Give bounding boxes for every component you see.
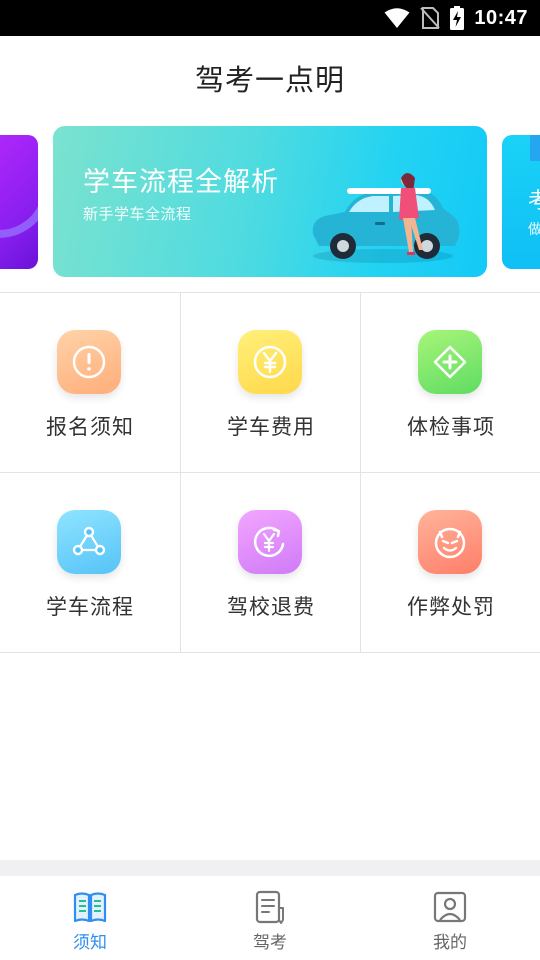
grid-item-registration[interactable]: 报名须知 [0,293,180,472]
banner-tab-decoration [530,135,540,161]
banner-subtitle: 新手学车全流程 [83,205,192,223]
grid-item-label: 体检事项 [407,415,495,439]
grid-item-label: 报名须知 [46,415,134,439]
tab-profile-label: 我的 [433,933,467,953]
grid-item-cheating-penalty[interactable]: 作弊处罚 [360,473,540,652]
exclamation-icon [57,330,121,394]
car-with-woman-illustration [312,173,460,263]
bottom-navigation: 须知 驾考 我的 [0,876,540,960]
yen-icon [238,330,302,394]
status-time: 10:47 [474,6,528,29]
process-nodes-icon [57,510,121,574]
no-sim-icon [420,6,441,30]
open-book-icon [73,892,107,923]
bottom-divider [0,860,540,876]
tab-notice-label: 须知 [73,933,107,953]
grid-row: 学车流程 驾校退费 作弊处罚 [0,473,540,653]
grid-item-process[interactable]: 学车流程 [0,473,180,652]
tab-notice[interactable]: 须知 [0,876,180,960]
banner-title: 学车流程全解析 [83,167,279,198]
battery-charging-icon [450,6,465,30]
status-icons: 10:47 [384,0,528,36]
refund-icon [238,510,302,574]
status-bar: 10:47 [0,0,540,36]
banner-slide-previous[interactable] [0,135,38,269]
app-header: 驾考一点明 [0,36,540,120]
devil-face-icon [418,510,482,574]
exam-paper-icon [255,890,284,924]
banner-slide-next[interactable]: 考 做 [502,135,540,269]
banner-carousel[interactable]: 学车流程全解析 新手学车全流程 考 做 [0,126,540,278]
grid-item-refund[interactable]: 驾校退费 [180,473,360,652]
grid-item-label: 作弊处罚 [407,595,495,619]
feature-grid: 报名须知 学车费用 体检事项 学车流程 驾校退费 作弊处罚 [0,292,540,654]
wifi-icon [384,7,410,29]
banner-next-subtitle: 做 [528,222,540,238]
grid-item-label: 学车费用 [227,415,315,439]
profile-icon [433,891,467,923]
tab-profile[interactable]: 我的 [360,876,540,960]
medical-cross-icon [418,330,482,394]
grid-item-label: 学车流程 [46,595,134,619]
banner-next-title: 考 [528,189,540,214]
swoosh-graphic [0,159,38,251]
tab-exam[interactable]: 驾考 [180,876,360,960]
grid-item-label: 驾校退费 [227,595,315,619]
banner-slide-current[interactable]: 学车流程全解析 新手学车全流程 [53,126,487,277]
grid-row: 报名须知 学车费用 体检事项 [0,293,540,473]
grid-item-medical-check[interactable]: 体检事项 [360,293,540,472]
tab-exam-label: 驾考 [253,933,287,953]
grid-item-fees[interactable]: 学车费用 [180,293,360,472]
page-title: 驾考一点明 [194,63,345,97]
